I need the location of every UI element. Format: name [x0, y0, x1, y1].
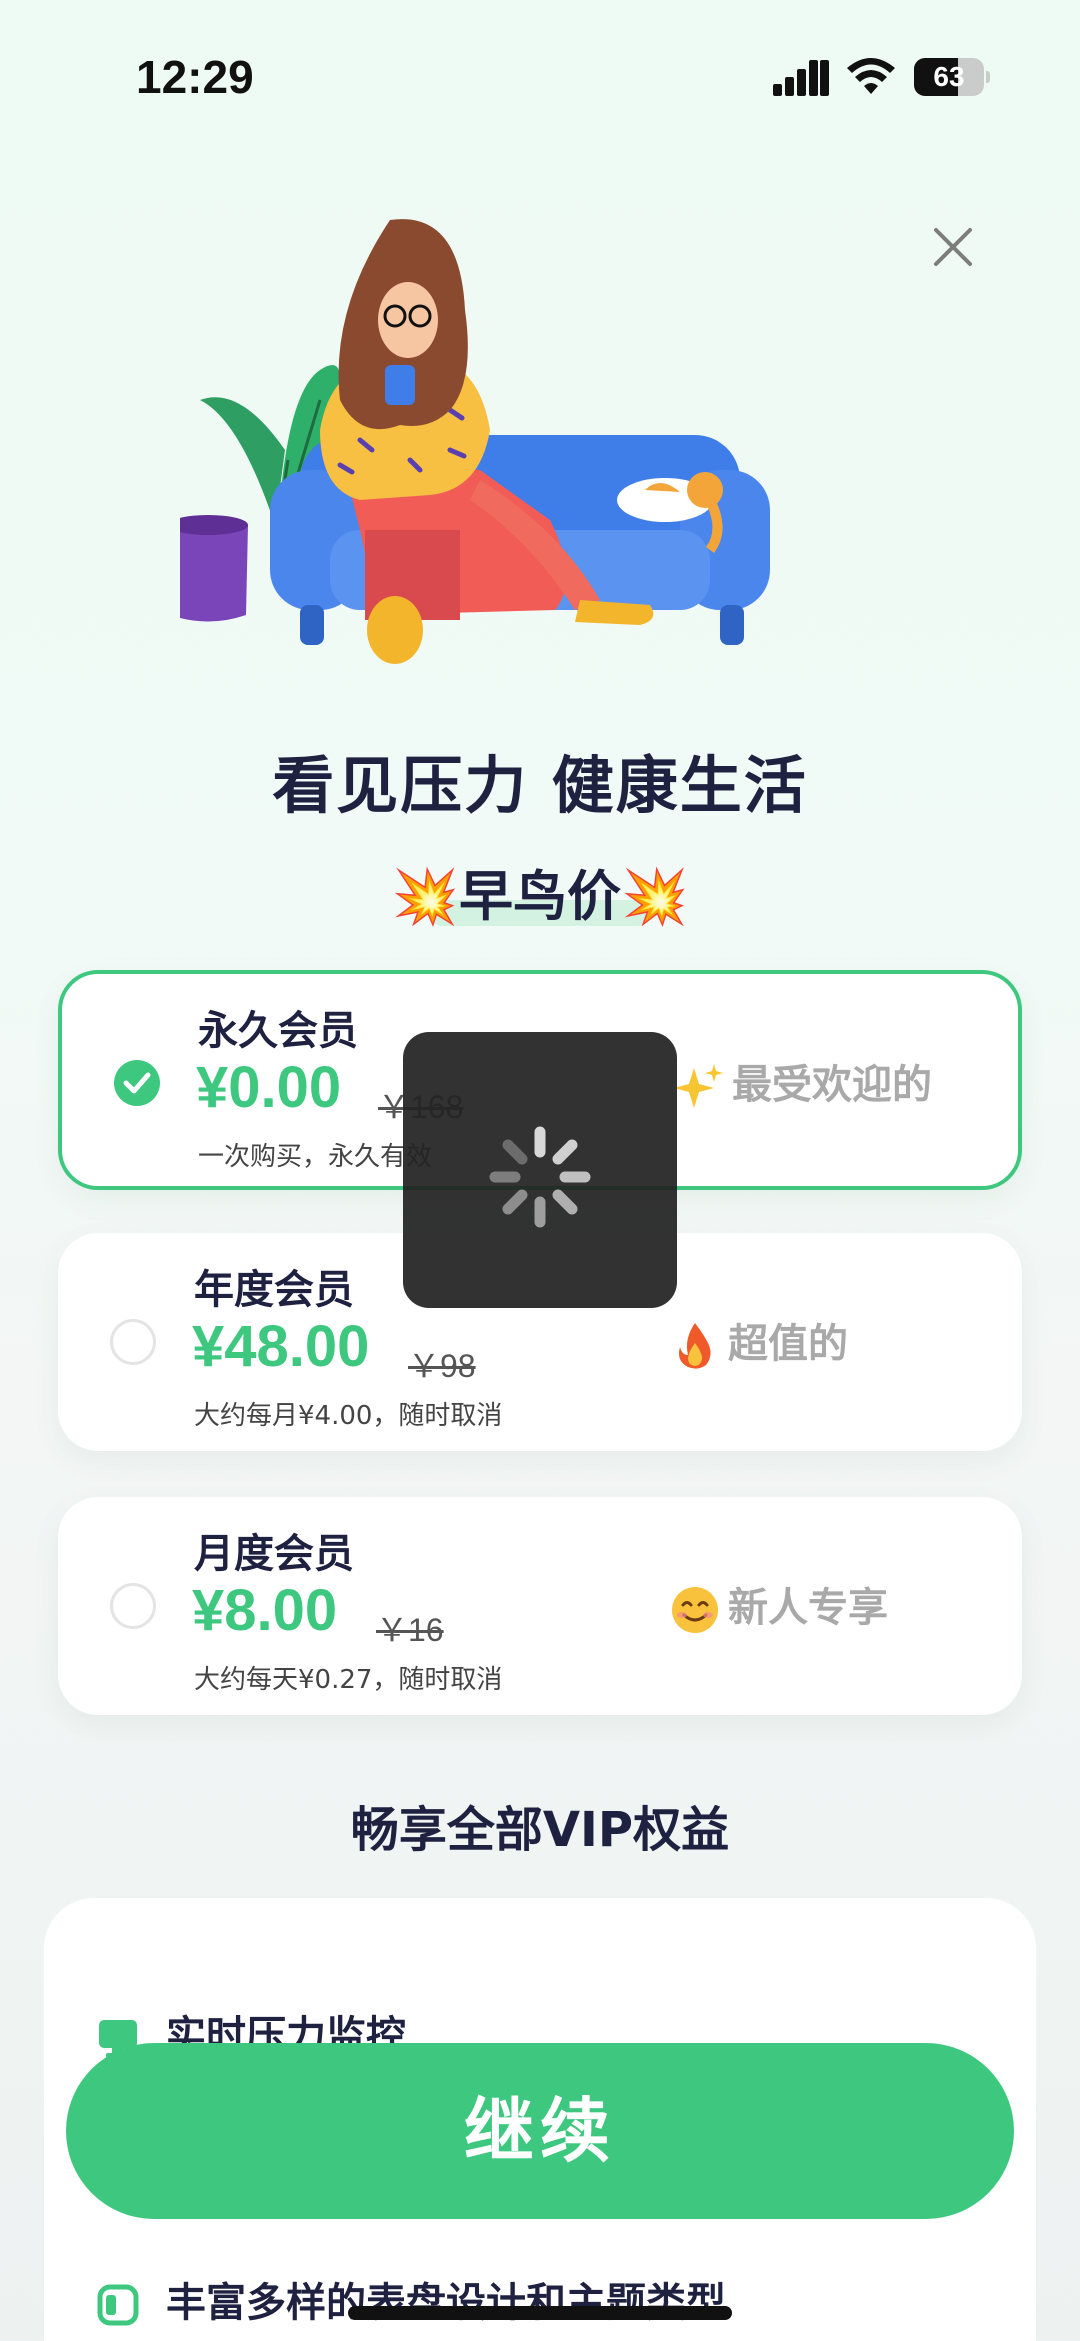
headline: 看见压力 健康生活	[272, 749, 808, 822]
plan-note: 一次购买，永久有效	[198, 1142, 433, 1172]
loading-overlay	[403, 1032, 677, 1308]
radio-checked-icon[interactable]	[114, 1060, 160, 1106]
close-icon[interactable]	[918, 212, 988, 282]
plan-name: 永久会员	[198, 1008, 358, 1054]
plan-price: ¥48.00	[192, 1314, 370, 1379]
wifi-icon	[847, 58, 895, 94]
plan-name: 月度会员	[194, 1531, 354, 1577]
radio-unchecked-icon[interactable]	[110, 1583, 156, 1629]
status-time: 12:29	[136, 51, 254, 103]
spinner-icon	[489, 1126, 591, 1228]
plan-tag: 最受欢迎的	[674, 1052, 932, 1112]
home-indicator	[348, 2306, 732, 2320]
plan-tag: 超值的	[670, 1311, 848, 1371]
benefits-title: 畅享全部VIP权益	[350, 1802, 730, 1858]
burst-icon: 💥	[621, 865, 689, 928]
plan-price: ¥8.00	[192, 1578, 338, 1643]
plan-tag: 新人专享	[670, 1575, 888, 1635]
plan-note: 大约每天¥0.27，随时取消	[194, 1665, 503, 1695]
signal-icon	[773, 60, 829, 96]
fire-icon	[679, 1323, 711, 1369]
plan-original-price: ￥98	[408, 1348, 476, 1384]
burst-icon: 💥	[391, 865, 459, 928]
continue-button[interactable]: 继续	[66, 2043, 1014, 2219]
status-bar: 12:29 63	[0, 0, 1080, 150]
early-bird-label: 早鸟价	[459, 865, 621, 928]
hero-illustration	[180, 219, 770, 664]
plan-tag-label: 最受欢迎的	[732, 1062, 932, 1108]
plan-tag-label: 新人专享	[728, 1585, 888, 1631]
sparkles-icon	[674, 1064, 723, 1108]
plan-original-price: ￥16	[376, 1612, 444, 1648]
radio-unchecked-icon[interactable]	[110, 1319, 156, 1365]
plan-price: ¥0.00	[196, 1055, 342, 1120]
early-bird-badge: 💥早鸟价💥	[0, 852, 1080, 931]
watch-face-icon	[97, 2284, 139, 2326]
battery-icon: 63	[914, 58, 990, 96]
plan-tag-label: 超值的	[728, 1321, 848, 1367]
smile-icon	[672, 1587, 718, 1633]
plan-card-monthly[interactable]: 月度会员 ¥8.00 ￥16 大约每天¥0.27，随时取消 新人专享	[58, 1497, 1022, 1715]
battery-level: 63	[933, 61, 965, 92]
plan-name: 年度会员	[194, 1267, 354, 1313]
plan-note: 大约每月¥4.00，随时取消	[194, 1401, 503, 1431]
